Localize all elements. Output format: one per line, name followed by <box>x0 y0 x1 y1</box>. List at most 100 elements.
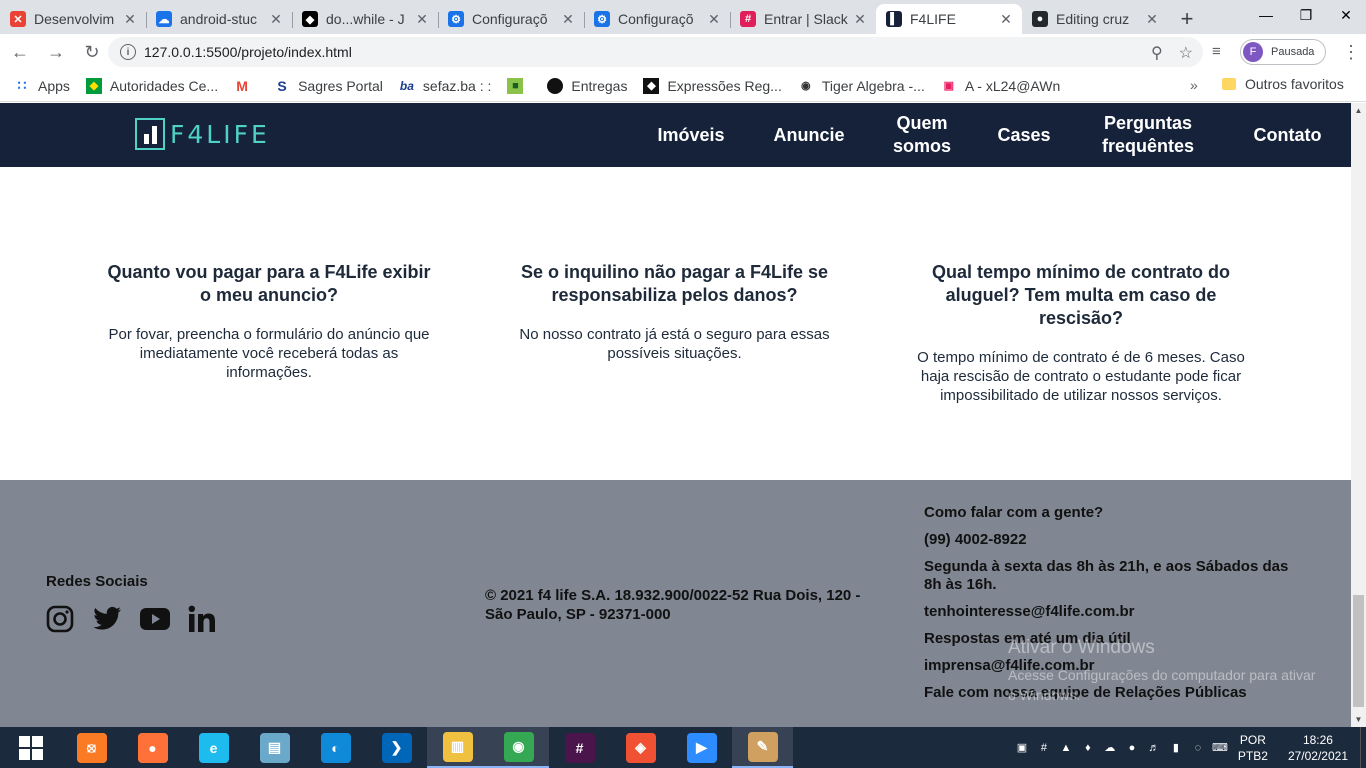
nav-link[interactable]: Quem somos <box>887 112 957 158</box>
taskbar-app-paint[interactable]: ✎ <box>732 727 793 768</box>
faq-question: Se o inquilino não pagar a F4Life se res… <box>520 262 829 305</box>
browser-tab[interactable]: ◆ do...while - J ✕ <box>292 4 438 34</box>
taskbar-app-xampp[interactable]: ⦻ <box>61 727 122 768</box>
battery-icon[interactable]: ▮ <box>1168 740 1184 756</box>
taskbar-app-notepad[interactable]: ▤ <box>244 727 305 768</box>
other-bookmarks-folder[interactable]: Outros favoritos <box>1222 76 1344 92</box>
xampp-icon: ⦻ <box>76 732 107 763</box>
taskbar-app-vscode[interactable]: ❯ <box>366 727 427 768</box>
profile-button[interactable]: F Pausada <box>1240 39 1326 65</box>
circle-icon <box>547 77 564 94</box>
nav-link[interactable]: Perguntas frequêntes <box>1093 112 1203 158</box>
tab-close-icon[interactable]: ✕ <box>706 11 722 28</box>
site-info-icon[interactable]: i <box>120 44 136 60</box>
site-logo[interactable]: F4LIFE <box>135 118 270 150</box>
bookmark-item[interactable]: ◉ Tiger Algebra -... <box>798 78 925 94</box>
gmail-icon: M <box>236 77 248 94</box>
nav-link[interactable]: Cases <box>976 124 1072 147</box>
slack-tray-icon[interactable]: # <box>1036 740 1052 756</box>
internet-explorer-icon: e <box>198 732 229 763</box>
tab-close-icon[interactable]: ✕ <box>1144 11 1160 28</box>
tab-title: Desenvolvim <box>34 11 115 27</box>
scroll-thumb[interactable] <box>1353 595 1364 707</box>
taskbar-app-internet-explorer[interactable]: e <box>183 727 244 768</box>
zoom-tray-icon[interactable]: ▣ <box>1014 740 1030 756</box>
git-icon: ◈ <box>625 732 656 763</box>
maximize-button[interactable]: ❐ <box>1286 0 1326 30</box>
contact-line: Segunda à sexta das 8h às 21h, e aos Sáb… <box>924 558 1289 593</box>
keyboard-icon[interactable]: ⌨ <box>1212 740 1228 756</box>
reload-button[interactable]: ↻ <box>76 36 108 68</box>
window-controls: — ❐ ✕ <box>1246 0 1366 30</box>
network-icon[interactable]: ◌ <box>1190 740 1206 756</box>
nav-link[interactable]: Imóveis <box>632 124 750 147</box>
browser-tab[interactable]: ✕ Desenvolvim ✕ <box>0 4 146 34</box>
tab-close-icon[interactable]: ✕ <box>268 11 284 28</box>
browser-tab[interactable]: ● Editing cruz ✕ <box>1022 4 1168 34</box>
bookmark-label: Apps <box>38 77 70 94</box>
tab-close-icon[interactable]: ✕ <box>560 11 576 28</box>
browser-tab[interactable]: ⚙ Configuraçõ ✕ <box>438 4 584 34</box>
minimize-button[interactable]: — <box>1246 0 1286 30</box>
browser-tab[interactable]: # Entrar | Slack ✕ <box>730 4 876 34</box>
scroll-down-arrow-icon[interactable]: ▼ <box>1351 712 1366 727</box>
youtube-icon[interactable] <box>140 608 170 630</box>
taskbar-app-git[interactable]: ◈ <box>610 727 671 768</box>
browser-tab[interactable]: ⚙ Configuraçõ ✕ <box>584 4 730 34</box>
instagram-icon[interactable] <box>46 605 74 633</box>
nav-link[interactable]: Contato <box>1224 124 1351 147</box>
bookmark-item[interactable]: ▣ A - xL24@AWn <box>941 78 1061 94</box>
linkedin-icon[interactable] <box>188 605 216 633</box>
taskbar-app-firefox[interactable]: ● <box>122 727 183 768</box>
tab-close-icon[interactable]: ✕ <box>122 11 138 28</box>
bookmark-label: Autoridades Ce... <box>109 77 219 94</box>
nav-link[interactable]: Anuncie <box>750 124 868 147</box>
tab-close-icon[interactable]: ✕ <box>414 11 430 28</box>
show-desktop-button[interactable] <box>1360 727 1366 768</box>
twitter-icon[interactable] <box>92 606 122 632</box>
apps-icon: ∷ <box>17 77 27 93</box>
browser-tab[interactable]: ▌ F4LIFE ✕ <box>876 4 1022 34</box>
system-clock[interactable]: 18:26 27/02/2021 <box>1288 732 1348 764</box>
close-window-button[interactable]: ✕ <box>1326 0 1366 30</box>
bookmark-item[interactable]: ∷ Apps <box>14 77 70 94</box>
bookmark-item[interactable]: ba sefaz.ba : : <box>399 78 492 94</box>
taskbar-app-chrome[interactable]: ◉ <box>488 727 549 768</box>
cloud-tray-icon[interactable]: ☁ <box>1102 740 1118 756</box>
browser-tab[interactable]: ☁ android-stuc ✕ <box>146 4 292 34</box>
slack-icon: # <box>564 732 595 763</box>
bookmark-item[interactable]: ◆ Autoridades Ce... <box>85 77 219 94</box>
bookmark-item[interactable]: M <box>234 78 258 94</box>
address-bar[interactable]: i 127.0.0.1:5500/projeto/index.html ⚲ ☆ <box>108 37 1203 67</box>
browser-menu-icon[interactable]: ⋮ <box>1342 42 1360 63</box>
tab-close-icon[interactable]: ✕ <box>852 11 868 28</box>
page-scrollbar[interactable]: ▲ ▼ <box>1351 103 1366 727</box>
input-language[interactable]: POR PTB2 <box>1238 732 1268 764</box>
volume-icon[interactable]: ♬ <box>1146 740 1162 756</box>
bookmark-item[interactable]: ◆ Expressões Reg... <box>643 77 782 94</box>
usb-tray-icon[interactable]: ● <box>1124 740 1140 756</box>
bookmark-item[interactable]: S Sagres Portal <box>274 78 383 94</box>
bookmarks-overflow-button[interactable]: » <box>1190 77 1198 93</box>
tab-close-icon[interactable]: ✕ <box>998 11 1014 28</box>
system-tray: ▣ # ▲ ♦ ☁ ● ♬ ▮ ◌ ⌨ POR PTB2 18:26 27/02… <box>1014 727 1366 768</box>
bookmark-item[interactable]: Entregas <box>547 77 627 94</box>
bookmark-star-icon[interactable]: ☆ <box>1179 43 1193 63</box>
reading-list-icon[interactable]: ≡ <box>1212 43 1221 60</box>
taskbar-app-file-explorer[interactable]: ▥ <box>427 727 488 768</box>
bookmark-item[interactable]: ■ <box>507 77 531 94</box>
scroll-up-arrow-icon[interactable]: ▲ <box>1351 103 1366 118</box>
security-tray-icon[interactable]: ♦ <box>1080 740 1096 756</box>
tab-title: Entrar | Slack <box>764 11 848 27</box>
nvidia-tray-icon[interactable]: ▲ <box>1058 740 1074 756</box>
taskbar-app-zoom[interactable]: ▶ <box>671 727 732 768</box>
zoom-icon[interactable]: ⚲ <box>1151 43 1163 63</box>
start-button[interactable] <box>0 727 61 768</box>
back-button[interactable]: ← <box>4 36 36 68</box>
new-tab-button[interactable]: + <box>1172 4 1202 34</box>
logo-bars-icon <box>135 118 165 150</box>
taskbar-app-edge[interactable]: ◐ <box>305 727 366 768</box>
bookmarks-bar: ∷ Apps ◆ Autoridades Ce... M S Sagres Portal ba… <box>0 70 1366 102</box>
taskbar-app-slack[interactable]: # <box>549 727 610 768</box>
forward-button[interactable]: → <box>40 36 72 68</box>
